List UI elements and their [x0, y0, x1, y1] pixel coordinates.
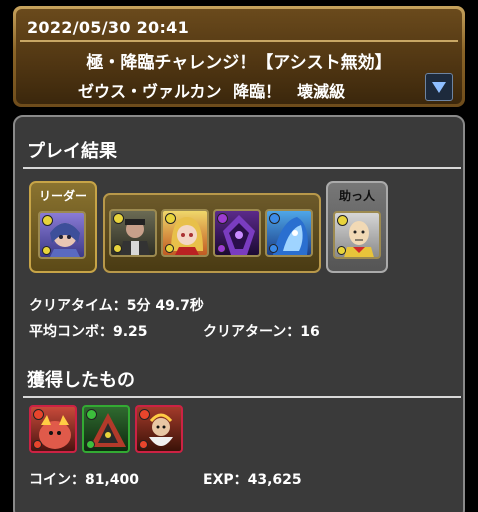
leader-slot[interactable]: リーダー	[29, 181, 97, 273]
play-result-divider	[23, 167, 461, 169]
quest-header: 2022/05/30 20:41 極・降臨チャレンジ！【アシスト無効】 ゼウス・…	[13, 6, 465, 107]
helper-label: 助っ人	[338, 189, 375, 203]
helper-slot[interactable]: 助っ人	[326, 181, 388, 273]
reward-1-icon[interactable]	[29, 405, 77, 453]
triangle-down-icon	[432, 82, 446, 93]
leader-label: リーダー	[38, 189, 87, 203]
reward-2-icon[interactable]	[82, 405, 130, 453]
dungeon-title: 極・降臨チャレンジ！【アシスト無効】	[86, 53, 392, 73]
quest-header-inner: 2022/05/30 20:41 極・降臨チャレンジ！【アシスト無効】 ゼウス・…	[16, 9, 462, 104]
play-result-heading: プレイ結果	[27, 141, 117, 162]
member-1-icon[interactable]	[109, 209, 157, 257]
helper-monster-icon[interactable]	[333, 211, 381, 259]
dungeon-subtitle: ゼウス・ヴァルカン 降臨！ 壊滅級	[78, 82, 346, 101]
member-2-icon[interactable]	[161, 209, 209, 257]
header-divider	[20, 40, 458, 42]
leader-monster-icon[interactable]	[38, 211, 86, 259]
average-combo: 平均コンボ：9.25	[29, 324, 148, 340]
clear-time: クリアタイム：5分 49.7秒	[29, 298, 204, 314]
member-4-icon[interactable]	[265, 209, 313, 257]
expand-dropdown-button[interactable]	[425, 73, 453, 101]
exp-earned: EXP：43,625	[203, 472, 302, 488]
member-3-icon[interactable]	[213, 209, 261, 257]
reward-3-icon[interactable]	[135, 405, 183, 453]
play-datetime: 2022/05/30 20:41	[27, 18, 190, 37]
result-panel: プレイ結果 リーダー 助っ人 クリアタイム：5分 49.7秒 平均コンボ：9.2…	[13, 115, 465, 512]
rewards-heading: 獲得したもの	[27, 370, 135, 391]
team-members	[103, 193, 321, 273]
rewards-divider	[23, 396, 461, 398]
clear-turns: クリアターン：16	[203, 324, 320, 340]
coins-earned: コイン：81,400	[29, 472, 140, 488]
